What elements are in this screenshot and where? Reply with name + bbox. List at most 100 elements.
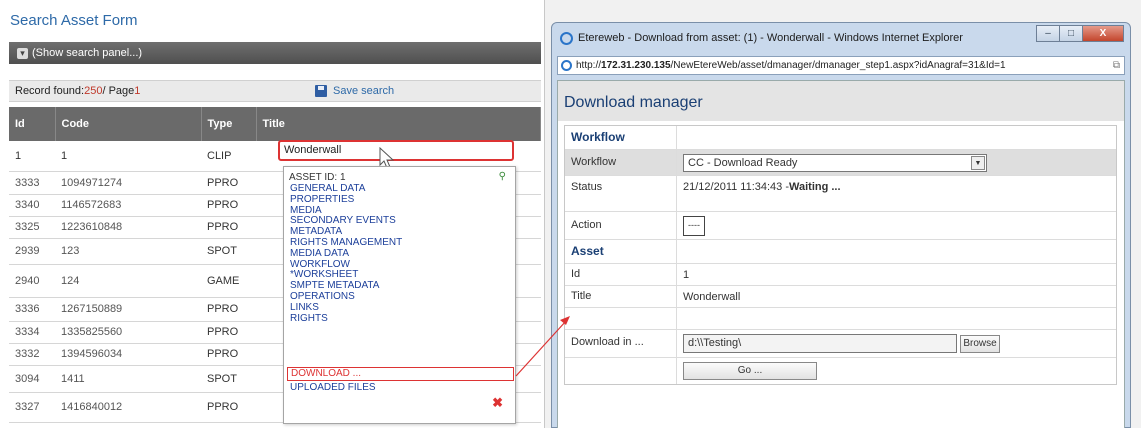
title-label: Title <box>565 286 677 307</box>
workflow-section-row: Workflow <box>565 126 1116 150</box>
download-path-input[interactable]: d:\\Testing\ <box>683 334 957 353</box>
page-title: Download manager <box>558 81 1124 121</box>
record-count: 250 <box>84 85 103 97</box>
cell-type: PPRO <box>201 343 256 366</box>
cell-id: 3340 <box>9 194 55 217</box>
download-in-label: Download in ... <box>565 330 677 357</box>
chevron-down-icon: ▼ <box>971 155 985 170</box>
record-bar: Record found: 250 / Page 1 Save search <box>9 80 541 102</box>
url-prefix: http:// <box>576 60 602 71</box>
cell-code: 1416840012 <box>55 392 201 423</box>
url-host: 172.31.230.135 <box>601 60 671 71</box>
cell-id: 3332 <box>9 343 55 366</box>
cell-id: 3094 <box>9 365 55 393</box>
status-state: Waiting ... <box>789 181 841 193</box>
cell-id: 3325 <box>9 216 55 239</box>
node-link-icon[interactable]: ⚲ <box>499 171 506 182</box>
cell-type: SPOT <box>201 238 256 265</box>
cell-code: 1094971274 <box>55 171 201 195</box>
action-button[interactable]: ---- <box>683 215 705 236</box>
cell-code: 1411 <box>55 365 201 393</box>
floppy-disk-icon <box>315 85 327 97</box>
cell-code: 1267150889 <box>55 297 201 322</box>
cell-id: 3333 <box>9 171 55 195</box>
menu-item-media-data[interactable]: MEDIA DATA <box>290 248 402 260</box>
cell-type: PPRO <box>201 392 256 423</box>
window-title: Etereweb - Download from asset: (1) - Wo… <box>578 32 963 44</box>
compat-view-icon[interactable]: ⧉ <box>1113 57 1120 74</box>
close-button[interactable]: X <box>1082 25 1124 42</box>
cell-code: 123 <box>55 238 201 265</box>
menu-item-uploaded-files[interactable]: UPLOADED FILES <box>290 382 376 393</box>
id-row: Id 1 <box>565 264 1116 286</box>
search-asset-form: Search Asset Form ▾ (Show search panel..… <box>0 0 545 428</box>
title-value: Wonderwall <box>683 290 741 303</box>
cell-code: 1 <box>55 141 201 172</box>
save-search-button[interactable]: Save search <box>315 85 394 97</box>
action-label: Action <box>565 212 677 239</box>
show-search-panel-toggle[interactable]: ▾ (Show search panel...) <box>9 42 541 64</box>
window-controls: – □ X <box>1036 25 1124 42</box>
cell-id: 2940 <box>9 264 55 298</box>
cell-id: 1 <box>9 141 55 172</box>
status-row: Status 21/12/2011 11:34:43 - Waiting ... <box>565 176 1116 212</box>
save-search-label: Save search <box>333 85 395 97</box>
cell-id: 3336 <box>9 297 55 322</box>
cell-type: PPRO <box>201 321 256 344</box>
workflow-section-header: Workflow <box>565 126 677 149</box>
cell-code: 1223610848 <box>55 216 201 239</box>
cell-type: PPRO <box>201 216 256 239</box>
close-x-icon[interactable]: ✖ <box>492 395 503 411</box>
asset-section-header: Asset <box>565 240 677 263</box>
spacer-row <box>565 308 1116 330</box>
cell-code: 1394596034 <box>55 343 201 366</box>
menu-item-download[interactable]: DOWNLOAD ... <box>287 367 514 381</box>
status-time: 21/12/2011 11:34:43 - <box>683 181 790 193</box>
menu-item-links[interactable]: LINKS <box>290 302 402 314</box>
cell-code: 1335825560 <box>55 321 201 344</box>
cell-code: 124 <box>55 264 201 298</box>
column-header-id[interactable]: Id <box>9 107 56 141</box>
menu-items: GENERAL DATA PROPERTIES MEDIA SECONDARY … <box>290 183 402 325</box>
workflow-select[interactable]: CC - Download Ready ▼ <box>683 153 987 172</box>
download-path-row: Download in ... d:\\Testing\ Browse <box>565 330 1116 358</box>
search-toggle-label: (Show search panel...) <box>32 47 143 59</box>
go-button[interactable]: Go ... <box>683 362 817 380</box>
maximize-button[interactable]: □ <box>1059 25 1083 42</box>
record-prefix: Record found: <box>15 85 85 97</box>
expand-icon: ▾ <box>17 47 28 59</box>
column-header-type[interactable]: Type <box>201 107 257 141</box>
page-number: 1 <box>134 85 141 97</box>
column-header-title[interactable]: Title <box>256 107 541 141</box>
record-mid: / Page <box>102 85 135 97</box>
ie-window: Etereweb - Download from asset: (1) - Wo… <box>551 22 1131 428</box>
form-title: Search Asset Form <box>10 12 138 29</box>
asset-id-label: ASSET ID: 1 <box>289 172 346 183</box>
title-row: Title Wonderwall <box>565 286 1116 308</box>
cell-code: 1146572683 <box>55 194 201 217</box>
action-row: Action ---- <box>565 212 1116 240</box>
download-manager-form: Workflow Workflow CC - Download Ready ▼ … <box>564 125 1117 385</box>
id-label: Id <box>565 264 677 285</box>
menu-item-rights[interactable]: RIGHTS <box>290 313 402 325</box>
asset-context-menu: ASSET ID: 1 ⚲ GENERAL DATA PROPERTIES ME… <box>283 166 516 424</box>
cell-type: SPOT <box>201 365 256 393</box>
workflow-label: Workflow <box>565 150 677 175</box>
id-value: 1 <box>683 268 690 281</box>
menu-item-properties[interactable]: PROPERTIES <box>290 194 402 206</box>
ie-logo-icon <box>560 32 573 45</box>
minimize-button[interactable]: – <box>1036 25 1060 42</box>
cell-id: 3334 <box>9 321 55 344</box>
asset-section-row: Asset <box>565 240 1116 264</box>
cell-id: 3327 <box>9 392 55 423</box>
address-bar[interactable]: http://172.31.230.135/NewEtereWeb/asset/… <box>557 56 1125 75</box>
column-header-code[interactable]: Code <box>55 107 202 141</box>
browse-button[interactable]: Browse <box>960 334 1000 353</box>
cell-type: GAME <box>201 264 256 298</box>
workflow-value: CC - Download Ready <box>688 156 798 169</box>
window-title-bar: Etereweb - Download from asset: (1) - Wo… <box>552 23 1130 54</box>
cell-type: CLIP <box>201 141 256 172</box>
workflow-row: Workflow CC - Download Ready ▼ <box>565 150 1116 176</box>
ie-page-icon <box>561 60 572 71</box>
cell-type: PPRO <box>201 171 256 195</box>
